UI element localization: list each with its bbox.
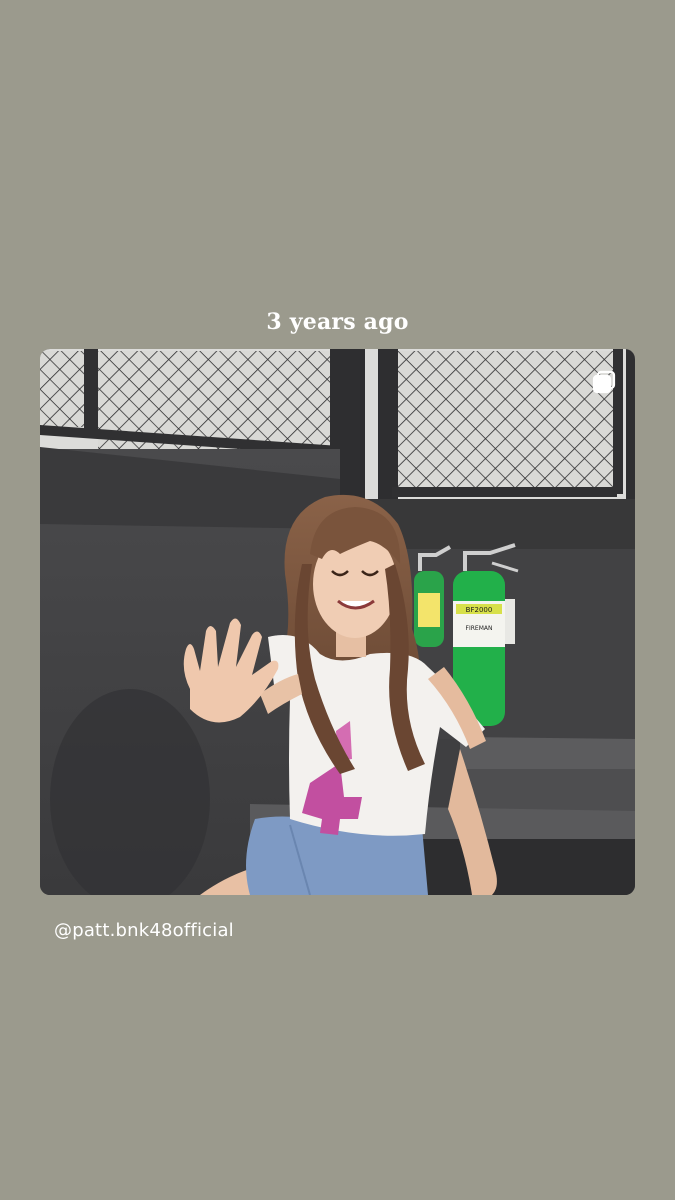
memory-date-label: 3 years ago <box>266 309 409 335</box>
shared-post-photo[interactable]: BF2000 FIREMAN <box>40 349 635 895</box>
post-author-mention[interactable]: @patt.bnk48official <box>54 920 234 941</box>
photo-illustration: BF2000 FIREMAN <box>40 349 635 895</box>
extinguisher-label-top: BF2000 <box>466 606 493 614</box>
extinguisher-label-brand: FIREMAN <box>466 625 493 632</box>
multiple-photos-icon <box>592 370 616 394</box>
story-screen: 3 years ago BF2000 FIREMAN @patt.bnk48of… <box>0 0 675 1200</box>
